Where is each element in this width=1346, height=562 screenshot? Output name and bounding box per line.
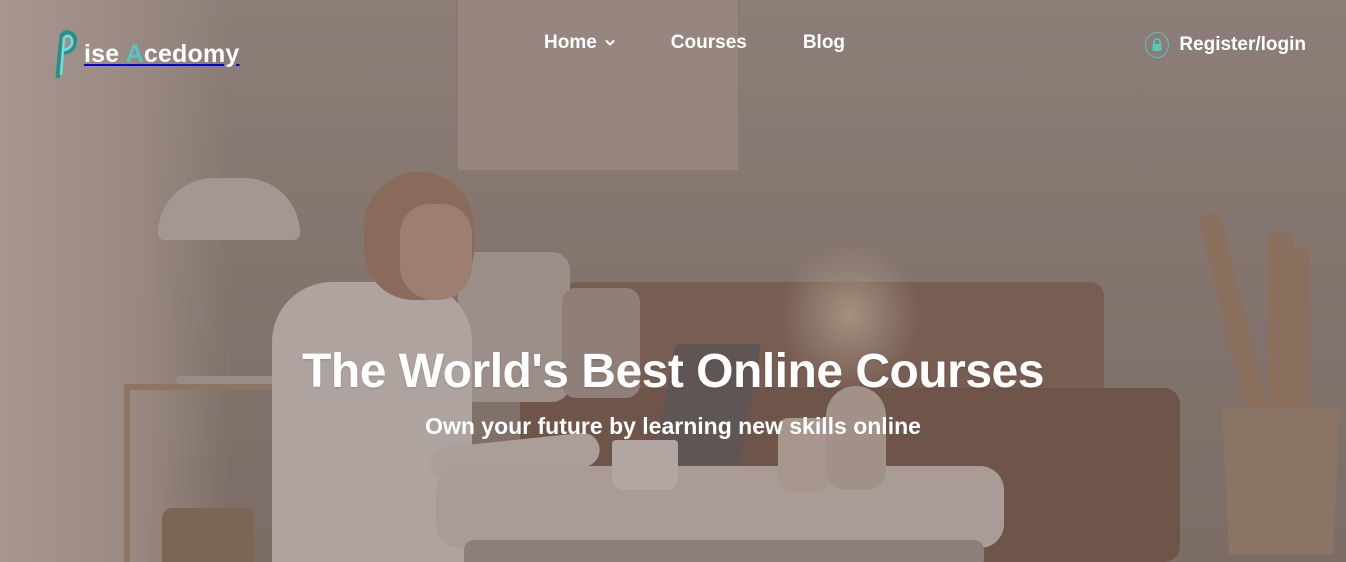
nav-item-courses[interactable]: Courses [671,32,747,54]
hero-overlay [0,0,1346,562]
hero-text-block: The World's Best Online Courses Own your… [0,344,1346,440]
hero-section: ise Acedomy Home Courses Blog Register/l… [0,0,1346,562]
chevron-down-icon [605,40,615,46]
nav-item-label: Blog [802,32,846,53]
site-logo[interactable]: ise Acedomy [52,30,240,78]
register-login-label: Register/login [1179,34,1306,55]
lock-icon [1145,32,1170,58]
nav-item-blog[interactable]: Blog [803,32,845,54]
nav-item-label: Courses [670,32,747,53]
logo-brush-icon [55,30,77,78]
hero-subtitle: Own your future by learning new skills o… [425,413,921,439]
logo-name-prefix: ise [84,39,126,68]
nav-item-label: Home [544,32,597,53]
logo-name-accent: A [125,39,144,68]
logo-text: ise Acedomy [84,40,240,69]
logo-name-rest: cedomy [143,39,240,68]
register-login-link[interactable]: Register/login [1145,32,1306,58]
hero-title: The World's Best Online Courses [302,345,1044,398]
main-nav: Home Courses Blog [544,32,845,54]
nav-item-home[interactable]: Home [544,32,615,54]
